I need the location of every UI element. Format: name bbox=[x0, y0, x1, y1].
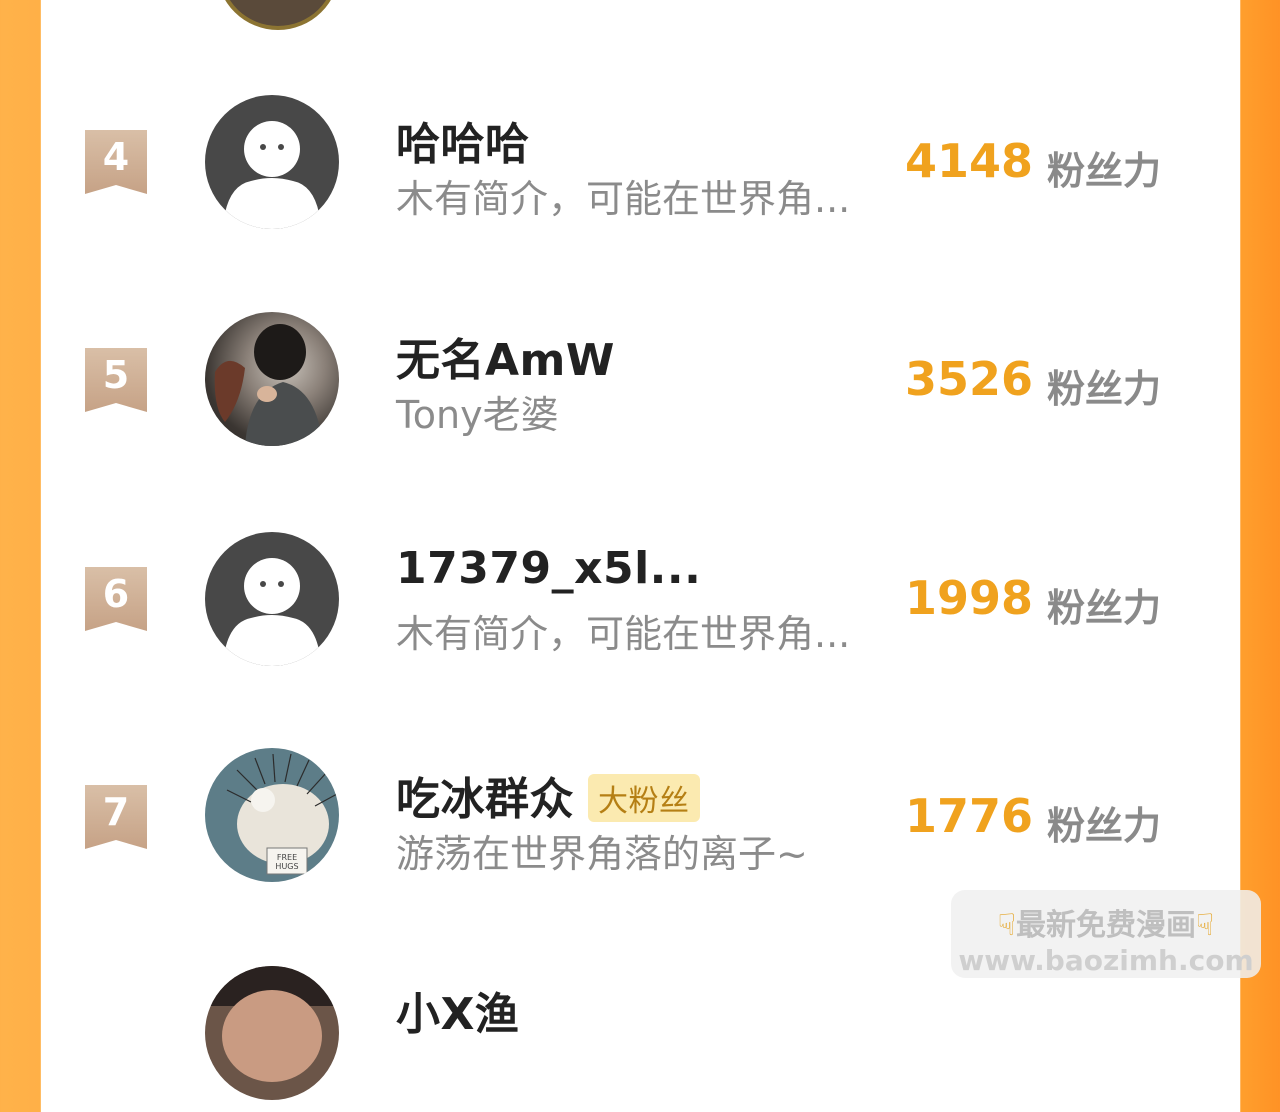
leaderboard-panel: 4 哈哈哈 木有简介，可能在世界角... 4148 粉丝力 5 无名AmW To… bbox=[41, 0, 1239, 1100]
leaderboard-row[interactable]: 小X渔 bbox=[41, 962, 1239, 1112]
fan-power-label: 粉丝力 bbox=[1047, 586, 1162, 630]
user-bio: Tony老婆 bbox=[396, 393, 559, 437]
fan-power-score: 1776 bbox=[904, 789, 1033, 843]
rank-ribbon: 5 bbox=[85, 348, 147, 412]
user-name[interactable]: 哈哈哈 bbox=[396, 108, 530, 172]
watermark-line1: 最新免费漫画 bbox=[1016, 908, 1196, 943]
user-name-text[interactable]: 吃冰群众 bbox=[396, 774, 574, 825]
watermark-line2: www.baozimh.com bbox=[958, 944, 1254, 977]
leaderboard-row[interactable]: 4 哈哈哈 木有简介，可能在世界角... 4148 粉丝力 bbox=[41, 90, 1239, 240]
user-name[interactable]: 无名AmW bbox=[396, 324, 615, 388]
avatar-previous[interactable] bbox=[217, 0, 339, 30]
default-avatar-icon[interactable] bbox=[205, 95, 339, 229]
fan-power-label: 粉丝力 bbox=[1047, 804, 1162, 848]
user-name[interactable]: 吃冰群众 大粉丝 bbox=[396, 763, 700, 827]
fan-power-score: 3526 bbox=[904, 352, 1033, 406]
pointing-down-hand-icon: ☟ bbox=[997, 908, 1016, 943]
leaderboard-row[interactable]: 7 FREE HUGS 吃冰群众 大粉丝 游荡在世界角落的离子~ 1776 粉丝力 bbox=[41, 745, 1239, 895]
fan-power-score: 4148 bbox=[904, 134, 1033, 188]
rank-ribbon: 7 bbox=[85, 785, 147, 849]
user-photo-avatar[interactable] bbox=[205, 966, 339, 1100]
fan-power-score: 1998 bbox=[904, 571, 1033, 625]
user-bio: 木有简介，可能在世界角... bbox=[396, 177, 851, 221]
user-name[interactable]: 小X渔 bbox=[396, 978, 519, 1042]
big-fan-badge: 大粉丝 bbox=[588, 774, 700, 822]
leaderboard-row[interactable]: 6 17379_x5l... 木有简介，可能在世界角... 1998 粉丝力 bbox=[41, 527, 1239, 677]
fan-power-label: 粉丝力 bbox=[1047, 367, 1162, 411]
user-bio: 游荡在世界角落的离子~ bbox=[396, 832, 808, 876]
free-hugs-illustration-avatar[interactable]: FREE HUGS bbox=[205, 748, 339, 882]
default-avatar-icon[interactable] bbox=[205, 532, 339, 666]
fan-power-label: 粉丝力 bbox=[1047, 149, 1162, 193]
rank-ribbon: 4 bbox=[85, 130, 147, 194]
rank-ribbon: 6 bbox=[85, 567, 147, 631]
user-photo-avatar[interactable] bbox=[205, 312, 339, 446]
free-hugs-sign: FREE bbox=[277, 853, 297, 862]
free-hugs-sign-line2: HUGS bbox=[275, 862, 298, 871]
user-bio: 木有简介，可能在世界角... bbox=[396, 612, 851, 656]
pointing-down-hand-icon: ☟ bbox=[1196, 908, 1215, 943]
watermark: ☟最新免费漫画☟ www.baozimh.com bbox=[951, 890, 1261, 978]
user-name[interactable]: 17379_x5l... bbox=[396, 543, 701, 594]
leaderboard-row[interactable]: 5 无名AmW Tony老婆 3526 粉丝力 bbox=[41, 308, 1239, 458]
